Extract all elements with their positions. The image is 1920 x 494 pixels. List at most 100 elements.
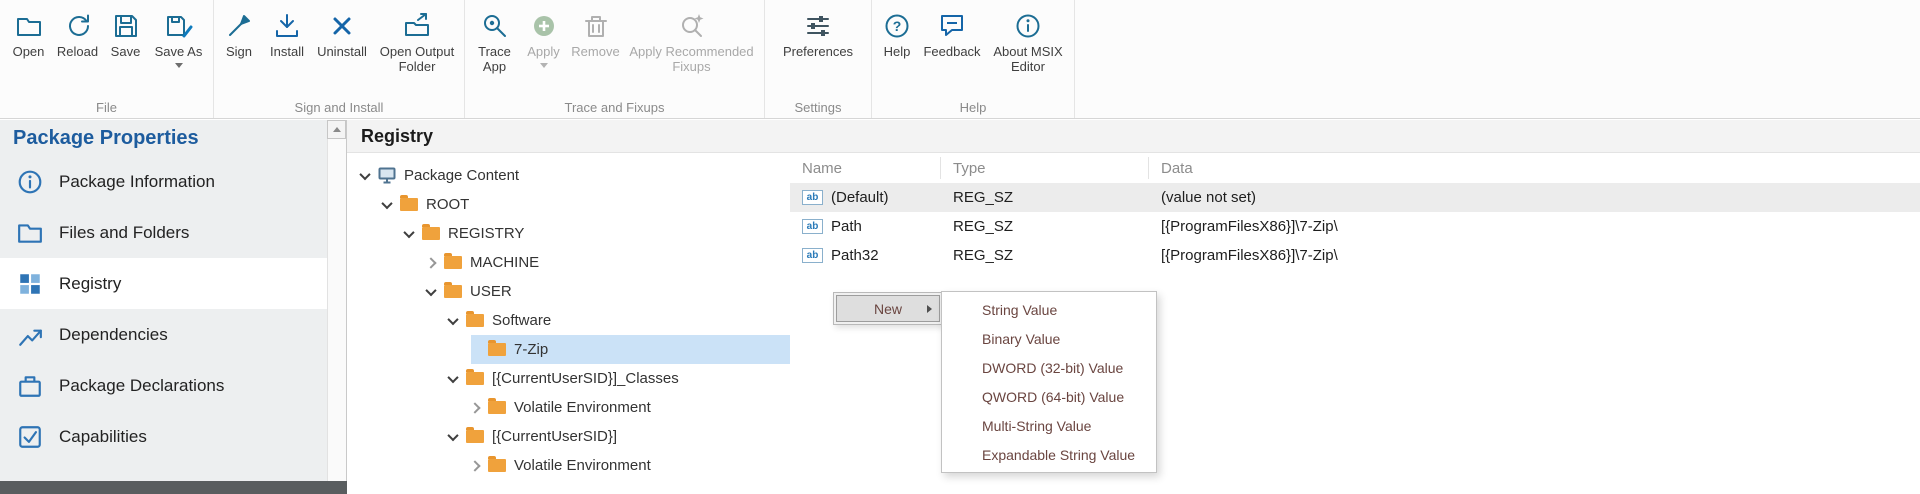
tree-item-volatile-environment-1[interactable]: Volatile Environment (471, 393, 790, 422)
remove-icon (582, 10, 610, 42)
bottom-panel (0, 481, 347, 494)
chevron-down-icon[interactable] (447, 313, 458, 324)
sidebar-item-label: Capabilities (59, 427, 147, 447)
folder-icon (466, 314, 484, 327)
folder-icon (466, 372, 484, 385)
feedback-button[interactable]: Feedback (920, 8, 984, 62)
reload-icon (64, 10, 92, 42)
arrow-up-icon (333, 127, 341, 132)
preferences-button[interactable]: Preferences (775, 8, 861, 62)
column-header-type[interactable]: Type (941, 157, 1149, 179)
submenu-item-dword-value[interactable]: DWORD (32-bit) Value (942, 353, 1156, 382)
value-type: REG_SZ (941, 189, 1149, 206)
sidebar-item-dependencies[interactable]: Dependencies (0, 309, 328, 360)
menu-item-label: New (874, 301, 902, 317)
sidebar-item-files-and-folders[interactable]: Files and Folders (0, 207, 328, 258)
open-button[interactable]: Open (6, 8, 52, 62)
msix-editor-window: Open Reload Save (0, 0, 1920, 494)
save-as-button[interactable]: Save As (150, 8, 208, 70)
tree-item-volatile-environment-2[interactable]: Volatile Environment (471, 451, 790, 480)
sidebar-item-registry[interactable]: Registry (0, 258, 328, 309)
ribbon-group-label: Sign and Install (214, 100, 464, 115)
button-label: Trace App (474, 45, 516, 75)
dependencies-icon (17, 322, 43, 348)
tree-item-label: Package Content (404, 167, 519, 184)
value-type: REG_SZ (941, 247, 1149, 264)
uninstall-button[interactable]: Uninstall (313, 8, 371, 62)
context-menu-item-new[interactable]: New (836, 295, 940, 322)
main-header: Registry (347, 120, 1920, 153)
about-icon (1014, 10, 1042, 42)
tree-item-package-content[interactable]: Package Content (361, 161, 790, 190)
value-name: Path (831, 218, 862, 235)
sidebar: Package Properties Package Information F… (0, 120, 347, 494)
table-row[interactable]: ab (Default) REG_SZ (value not set) (790, 183, 1920, 212)
submenu-item-qword-value[interactable]: QWORD (64-bit) Value (942, 382, 1156, 411)
scroll-up-button[interactable] (327, 120, 346, 139)
sidebar-item-package-declarations[interactable]: Package Declarations (0, 360, 328, 411)
reload-button[interactable]: Reload (54, 8, 102, 62)
capabilities-icon (17, 424, 43, 450)
chevron-down-icon[interactable] (425, 284, 436, 295)
submenu-item-expandable-string-value[interactable]: Expandable String Value (942, 440, 1156, 469)
tree-item-machine[interactable]: MACHINE (427, 248, 790, 277)
chevron-right-icon[interactable] (425, 257, 436, 268)
folder-icon (422, 227, 440, 240)
about-msix-editor-button[interactable]: About MSIX Editor (986, 8, 1070, 77)
chevron-down-icon[interactable] (447, 429, 458, 440)
tree-item-user[interactable]: USER (427, 277, 790, 306)
folder-icon (488, 459, 506, 472)
folder-icon (444, 256, 462, 269)
sign-button[interactable]: Sign (217, 8, 261, 62)
chevron-right-icon[interactable] (469, 402, 480, 413)
sidebar-item-package-information[interactable]: Package Information (0, 156, 328, 207)
table-row[interactable]: ab Path32 REG_SZ [{ProgramFilesX86}]\7-Z… (790, 241, 1920, 270)
submenu-item-multi-string-value[interactable]: Multi-String Value (942, 411, 1156, 440)
column-header-data[interactable]: Data (1149, 157, 1920, 179)
value-name: (Default) (831, 189, 889, 206)
tree-item-root[interactable]: ROOT (383, 190, 790, 219)
chevron-down-icon[interactable] (359, 168, 370, 179)
button-label: Open (13, 45, 45, 60)
table-header: Name Type Data (790, 153, 1920, 183)
chevron-down-icon[interactable] (403, 226, 414, 237)
chevron-right-icon[interactable] (469, 460, 480, 471)
apply-recommended-fixups-icon (678, 10, 706, 42)
tree-item-registry[interactable]: REGISTRY (405, 219, 790, 248)
tree-item-label: ROOT (426, 196, 469, 213)
uninstall-icon (328, 10, 356, 42)
submenu-item-binary-value[interactable]: Binary Value (942, 324, 1156, 353)
svg-text:?: ? (893, 18, 902, 34)
sidebar-item-label: Registry (59, 274, 121, 294)
registry-icon (17, 271, 43, 297)
string-value-icon: ab (802, 190, 823, 205)
save-button[interactable]: Save (104, 8, 148, 62)
trace-app-button[interactable]: Trace App (471, 8, 519, 77)
column-header-name[interactable]: Name (790, 157, 941, 179)
remove-button[interactable]: Remove (569, 8, 623, 62)
folder-icon (488, 401, 506, 414)
apply-recommended-fixups-button[interactable]: Apply Recommended Fixups (625, 8, 759, 77)
help-icon: ? (883, 10, 911, 42)
submenu-item-string-value[interactable]: String Value (942, 295, 1156, 324)
open-output-folder-button[interactable]: Open Output Folder (373, 8, 461, 77)
sidebar-item-capabilities[interactable]: Capabilities (0, 411, 328, 462)
tree-item-currentusersid[interactable]: [{CurrentUserSID}] (449, 422, 790, 451)
apply-icon (530, 10, 558, 42)
tree-item-7-zip[interactable]: 7-Zip (471, 335, 790, 364)
chevron-down-icon[interactable] (381, 197, 392, 208)
install-button[interactable]: Install (263, 8, 311, 62)
button-label: Apply (527, 45, 560, 60)
help-button[interactable]: ? Help (876, 8, 918, 62)
dropdown-caret-icon (175, 63, 183, 68)
chevron-down-icon[interactable] (447, 371, 458, 382)
open-icon (15, 10, 43, 42)
button-label: Save (111, 45, 141, 60)
sidebar-item-label: Dependencies (59, 325, 168, 345)
tree-item-software[interactable]: Software (449, 306, 790, 335)
tree-item-currentusersid-classes[interactable]: [{CurrentUserSID}]_Classes (449, 364, 790, 393)
apply-button[interactable]: Apply (521, 8, 567, 70)
ribbon-group-label: File (0, 100, 213, 115)
table-row[interactable]: ab Path REG_SZ [{ProgramFilesX86}]\7-Zip… (790, 212, 1920, 241)
sidebar-scrollbar[interactable] (327, 120, 346, 481)
